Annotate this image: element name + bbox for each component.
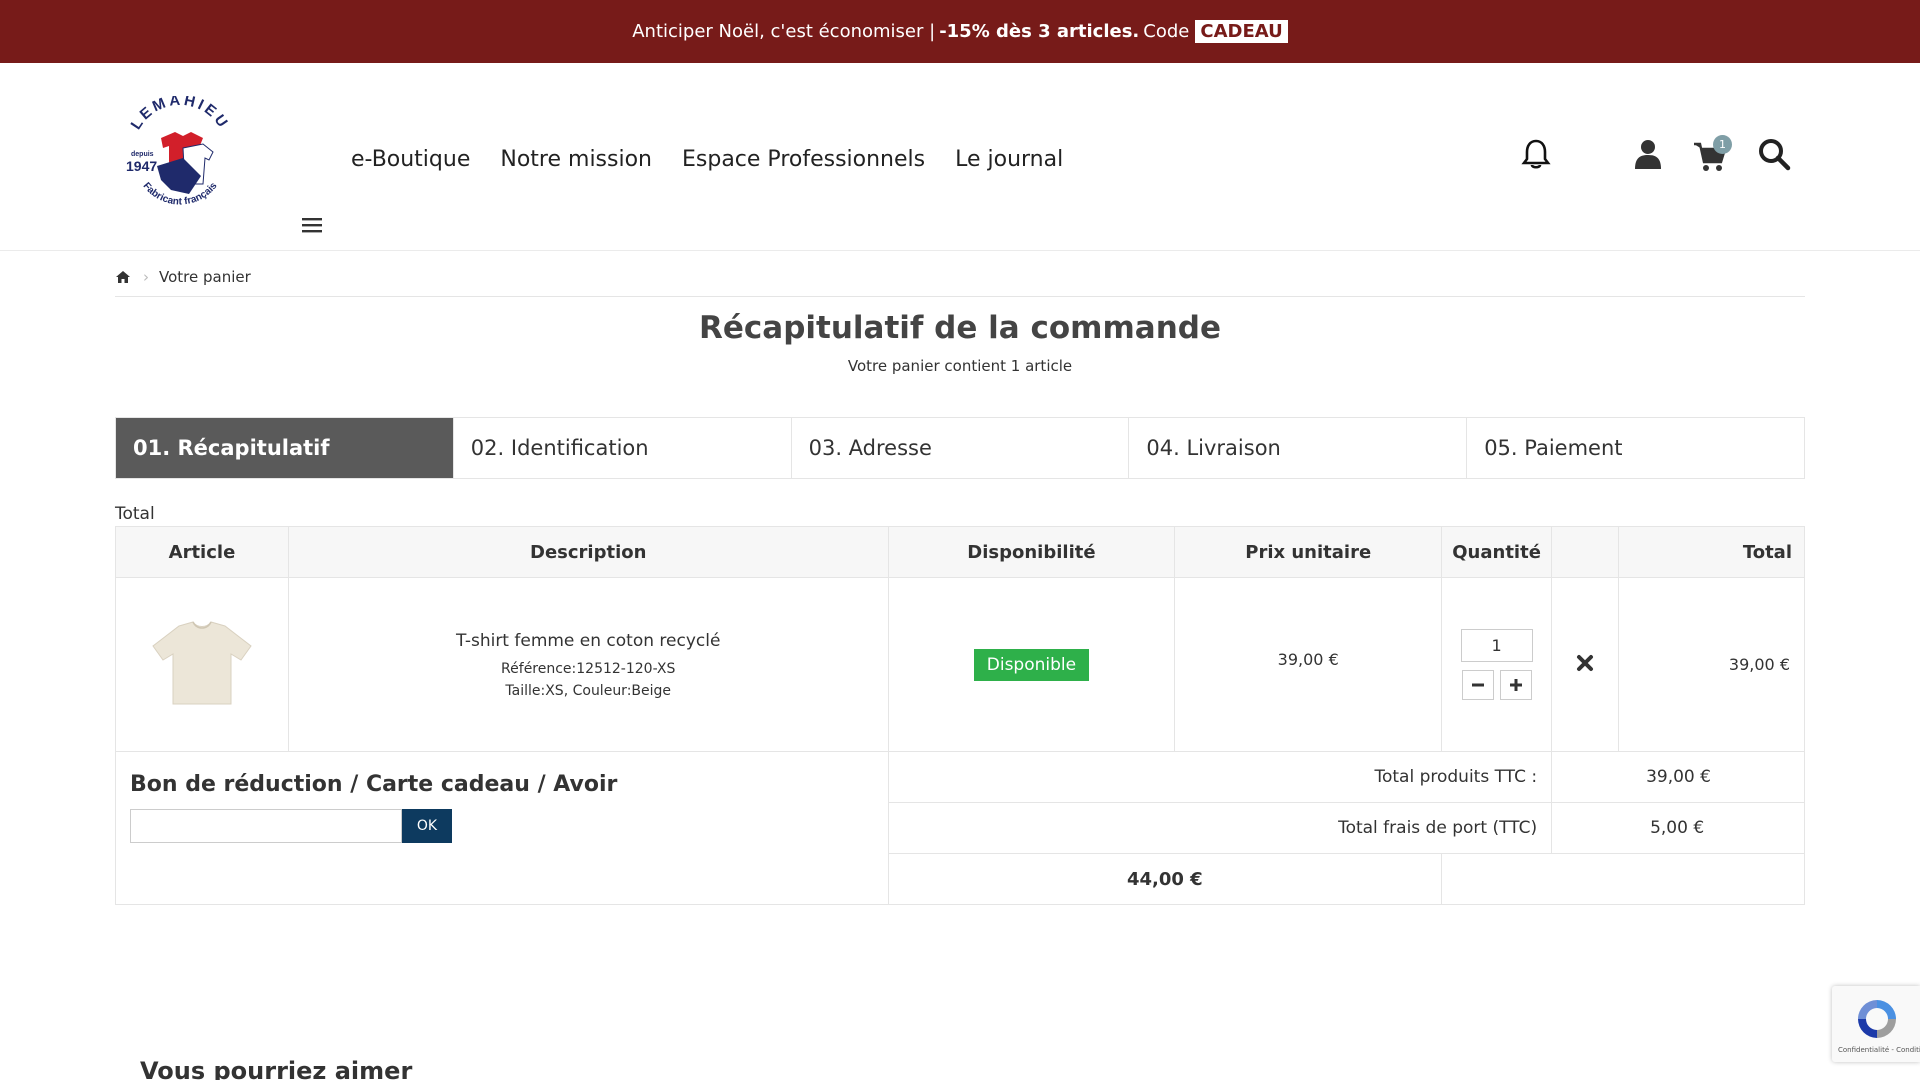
col-description: Description — [287, 526, 889, 578]
logo-year: 1947 — [126, 158, 157, 174]
quantity-cell: 1 — [1441, 577, 1553, 752]
grand-total-empty-cell — [1441, 853, 1805, 905]
bell-icon[interactable] — [1518, 136, 1554, 172]
line-total-cell: 39,00 € — [1618, 577, 1805, 752]
cart-table: Article Description Disponibilité Prix u… — [115, 526, 1805, 905]
unit-price: 39,00 € — [1277, 650, 1339, 669]
search-icon[interactable] — [1756, 136, 1792, 172]
user-account-icon[interactable] — [1630, 136, 1666, 172]
logo-since: depuis — [131, 151, 154, 158]
page-subtitle: Votre panier contient 1 article — [847, 357, 1073, 375]
product-attributes: Taille:XS, Couleur:Beige — [505, 682, 672, 699]
availability-cell: Disponible — [887, 577, 1176, 752]
unit-price-cell: 39,00 € — [1174, 577, 1443, 752]
step-identification[interactable]: 02. Identification — [452, 418, 791, 478]
col-unit-price: Prix unitaire — [1174, 526, 1443, 578]
availability-badge: Disponible — [973, 648, 1090, 681]
svg-text:LEMAHIEU: LEMAHIEU — [128, 96, 233, 133]
breadcrumb-divider — [115, 296, 1805, 297]
voucher-ok-button[interactable]: OK — [402, 809, 452, 843]
col-remove — [1551, 526, 1620, 578]
product-image-tshirt[interactable] — [147, 618, 257, 708]
cart-count-badge: 1 — [1713, 135, 1732, 154]
checkout-steps: 01. Récapitulatif 02. Identification 03.… — [115, 417, 1805, 479]
nav-item-mission[interactable]: Notre mission — [500, 147, 652, 172]
chevron-right-icon: › — [143, 268, 149, 286]
promo-text: Anticiper Noël, c'est économiser | — [632, 21, 936, 42]
shipping-total-value: 5,00 € — [1551, 802, 1805, 854]
step-livraison[interactable]: 04. Livraison — [1128, 418, 1466, 478]
products-total-value: 39,00 € — [1551, 751, 1805, 803]
cart-header-row: Article Description Disponibilité Prix u… — [115, 526, 1805, 578]
product-description-cell: T-shirt femme en coton recyclé Référence… — [287, 577, 889, 752]
voucher-title: Bon de réduction / Carte cadeau / Avoir — [130, 772, 618, 797]
promo-banner: Anticiper Noël, c'est économiser | -15% … — [0, 0, 1920, 63]
home-icon[interactable] — [115, 270, 131, 284]
quantity-decrease-button[interactable] — [1461, 670, 1494, 700]
cart-item-row: T-shirt femme en coton recyclé Référence… — [115, 577, 1805, 752]
recaptcha-links[interactable]: Confidentialité - Conditions — [1838, 1046, 1920, 1054]
page-title: Récapitulatif de la commande — [699, 310, 1221, 346]
nav-item-journal[interactable]: Le journal — [955, 147, 1063, 172]
products-total-label: Total produits TTC : — [887, 751, 1553, 803]
remove-item-icon[interactable] — [1576, 654, 1594, 672]
plus-icon — [1509, 679, 1522, 691]
nav-item-eboutique[interactable]: e-Boutique — [351, 147, 470, 172]
shipping-total-label: Total frais de port (TTC) — [887, 802, 1553, 854]
step-adresse[interactable]: 03. Adresse — [790, 418, 1129, 478]
minus-icon — [1471, 683, 1484, 687]
breadcrumb-current: Votre panier — [159, 268, 251, 286]
nav-item-professionnels[interactable]: Espace Professionnels — [682, 147, 925, 172]
recommendations-title: Vous pourriez aimer — [140, 1057, 413, 1080]
line-total: 39,00 € — [1728, 655, 1790, 674]
quantity-increase-button[interactable] — [1499, 670, 1532, 700]
step-paiement[interactable]: 05. Paiement — [1466, 418, 1804, 478]
summary-products-row: Bon de réduction / Carte cadeau / Avoir … — [115, 751, 1805, 905]
step-recapitulatif[interactable]: 01. Récapitulatif — [116, 418, 453, 478]
remove-cell — [1551, 577, 1620, 752]
product-reference: Référence:12512-120-XS — [501, 660, 676, 677]
col-total: Total — [1618, 526, 1805, 578]
quantity-input[interactable]: 1 — [1460, 629, 1533, 662]
brand-logo[interactable]: LEMAHIEU Fabricant français depuis 1947 — [117, 96, 243, 220]
promo-code: CADEAU — [1195, 20, 1288, 43]
logo-brand: LEMAHIEU — [128, 96, 230, 133]
col-article: Article — [115, 526, 289, 578]
col-quantity: Quantité — [1441, 526, 1553, 578]
voucher-section: Bon de réduction / Carte cadeau / Avoir … — [115, 751, 889, 905]
main-nav: e-Boutique Notre mission Espace Professi… — [351, 147, 1063, 172]
grand-total: 44,00 € — [887, 853, 1443, 905]
promo-highlight: -15% dès 3 articles. — [939, 21, 1140, 42]
cart-total-caption: Total — [115, 504, 155, 524]
recaptcha-icon — [1858, 1000, 1896, 1038]
voucher-code-input[interactable] — [130, 809, 402, 843]
col-availability: Disponibilité — [887, 526, 1176, 578]
promo-code-prefix: Code — [1143, 21, 1190, 42]
product-name[interactable]: T-shirt femme en coton recyclé — [289, 631, 888, 651]
breadcrumb: › Votre panier — [115, 268, 251, 286]
product-image-cell — [115, 577, 289, 752]
recaptcha-badge[interactable]: Confidentialité - Conditions — [1832, 986, 1920, 1062]
hamburger-menu-icon[interactable] — [300, 213, 324, 237]
